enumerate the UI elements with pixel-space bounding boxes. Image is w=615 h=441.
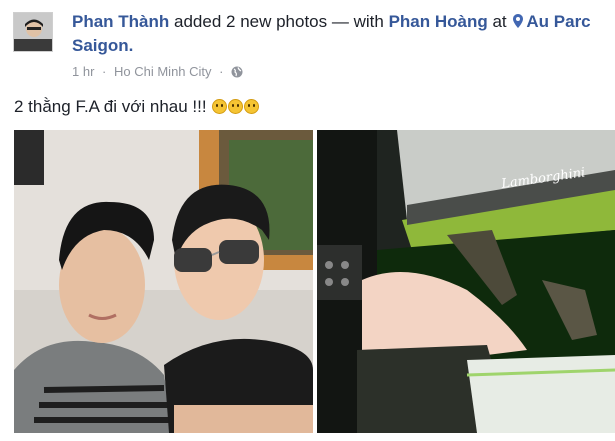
- author-name-link[interactable]: Phan Thành: [72, 12, 169, 31]
- city-link[interactable]: Ho Chi Minh City: [114, 64, 212, 79]
- meta-separator: ·: [102, 64, 107, 79]
- post-action-text: added 2 new photos — with: [174, 12, 384, 31]
- selfie-photo[interactable]: [14, 130, 313, 433]
- smiley-emoji-icon: [212, 99, 228, 114]
- car-interior-photo[interactable]: Lamborghini: [317, 130, 615, 433]
- tagged-friend-link[interactable]: Phan Hoàng: [389, 12, 488, 31]
- facebook-post: Phan Thành added 2 new photos — with Pha…: [0, 0, 615, 441]
- author-avatar[interactable]: [13, 12, 53, 52]
- post-meta: 1 hr · Ho Chi Minh City ·: [72, 64, 243, 80]
- post-header: Phan Thành added 2 new photos — with Pha…: [72, 10, 602, 58]
- privacy-separator: ·: [219, 64, 224, 79]
- timestamp-link[interactable]: 1 hr: [72, 64, 94, 79]
- sad-emoji-icon: [228, 99, 244, 114]
- crying-emoji-icon: [244, 99, 260, 114]
- message-text: 2 thằng F.A đi với nhau !!!: [14, 97, 207, 116]
- location-pin-icon: [513, 11, 524, 28]
- post-message: 2 thằng F.A đi với nhau !!!: [14, 96, 260, 118]
- globe-icon[interactable]: [231, 66, 243, 78]
- at-text: at: [492, 12, 507, 31]
